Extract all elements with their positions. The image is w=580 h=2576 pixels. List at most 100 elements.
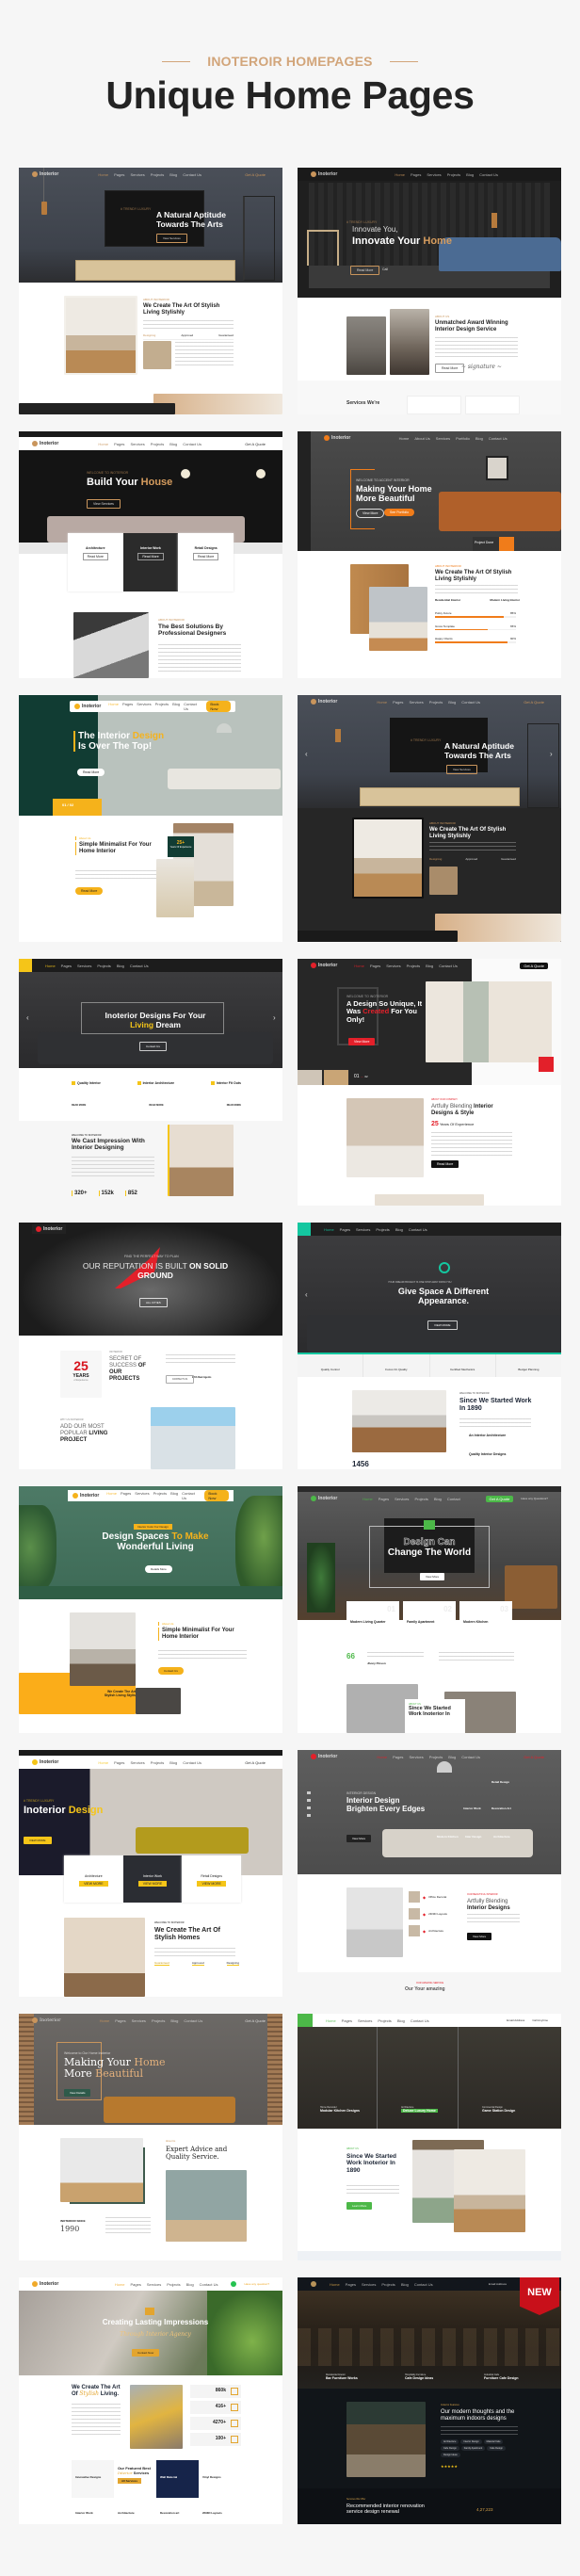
hero-button[interactable]: View More [346, 1835, 372, 1842]
hero-slide[interactable]: Industrial Cafe Furniture Cafe Design [484, 2373, 519, 2380]
quote-link[interactable]: Get A Quote [241, 171, 269, 178]
quote-button[interactable]: Get A Quote [520, 962, 548, 969]
homepage-preview-14[interactable]: Inoterior Home Pages Services Projects Blog C… [298, 1750, 561, 1997]
learn-more-button[interactable]: Learn More [346, 2202, 373, 2210]
hotspot-label[interactable]: Architecture [493, 1835, 510, 1839]
quote-link[interactable]: Get A Quote [241, 1759, 269, 1766]
play-button[interactable] [539, 1057, 554, 1072]
service-quality-interior[interactable]: Quality Interior [72, 1081, 101, 1085]
whatsapp-icon[interactable] [231, 2281, 237, 2287]
slider-prev-icon[interactable]: ‹ [305, 1290, 308, 1299]
hotspot-label[interactable]: Modern Kitchen [437, 1835, 459, 1839]
service-interior-architecture[interactable]: Interior Architecture [137, 1081, 174, 1085]
homepage-preview-6[interactable]: Inoterior Home Pages Services Projects Blog C… [298, 695, 561, 942]
tab-approved[interactable]: Approved [191, 1961, 204, 1966]
tag[interactable]: Cafe Design [487, 2446, 506, 2451]
homepage-preview-11[interactable]: Inoterior Home Pages Services Projects Blog C… [19, 1486, 282, 1733]
service-card-retail[interactable]: Retail Designs VIEW MORE [182, 1855, 242, 1903]
tag[interactable]: Design Ideas [441, 2453, 460, 2457]
tab-designing[interactable]: Designing [429, 857, 442, 861]
slider-prev-icon[interactable]: ‹ [26, 1013, 29, 1022]
quote-link[interactable]: Get A Quote [520, 699, 548, 705]
service-card[interactable]: Modern Living Quarter 01 [346, 1601, 399, 1641]
hotspot-label[interactable]: Retail Design [491, 1780, 509, 1784]
social-icons[interactable] [307, 1791, 311, 1820]
homepage-preview-9[interactable]: Inoterior FIND THE PERFECT WAY TO PLAN O… [19, 1223, 282, 1469]
service-fit-outs[interactable]: Interior Fit Outs [210, 1081, 241, 1085]
quote-link[interactable]: Get A Quote [241, 441, 269, 447]
view-more-button[interactable]: View More [467, 1933, 492, 1940]
tag[interactable]: Cafe Design [441, 2446, 459, 2451]
read-more-button[interactable]: Read More [75, 887, 104, 895]
hero-button[interactable]: Read More [350, 266, 380, 275]
homepage-preview-15[interactable]: Inoterior Home Pages Services Projects Blog C… [19, 2014, 282, 2260]
quote-link[interactable]: Get A Quote [241, 2017, 269, 2024]
tag[interactable]: Interior Design [460, 2439, 482, 2444]
homepage-preview-8[interactable]: Inoterior Home Pages Services Projects Blog C… [298, 959, 561, 1206]
hero-slide[interactable]: Architecture Deluxe Luxury Home [401, 2106, 438, 2113]
service-card-architecture[interactable]: Architecture Read More [68, 533, 123, 591]
tab-approved[interactable]: Approved [465, 857, 477, 861]
play-button[interactable] [499, 537, 514, 551]
homepage-preview-5[interactable]: Inoterior Home Pages Services Projects Blog C… [19, 695, 282, 942]
hero-button[interactable]: View Details [64, 2089, 91, 2097]
book-now-button[interactable]: Book Now [206, 701, 231, 712]
homepage-preview-3[interactable]: Inoterior Home Pages Services Projects Blog C… [19, 431, 282, 678]
hero-button[interactable]: View More [348, 1038, 376, 1045]
book-now-button[interactable]: Book Now [204, 1490, 229, 1501]
hero-button[interactable]: VIEW MORE [427, 1320, 458, 1330]
hotspot-label[interactable]: Inter Design [465, 1835, 481, 1839]
service-card[interactable]: Family Apartment 02 [403, 1601, 456, 1641]
service-card[interactable]: Modern Kitchen 03 [459, 1601, 512, 1641]
hero-slide[interactable]: Hospitality Furniture Cafe Design Ideas [405, 2373, 433, 2380]
service-card-interior-work[interactable]: Interior Work VIEW MORE [122, 1855, 183, 1903]
service-card[interactable]: Decoration art [156, 2498, 199, 2519]
hero-button[interactable]: ALL CITIES [139, 1298, 168, 1307]
homepage-preview-7[interactable]: Home Pages Services Projects Blog Contact Us … [19, 959, 282, 1206]
hero-slide[interactable]: Residential Interior Bar Furniture Works [326, 2373, 358, 2380]
tag[interactable]: Material Cafe [483, 2439, 504, 2444]
homepage-preview-4[interactable]: Inoterior Home About Us Services Portfolio B… [298, 431, 561, 678]
contact-button[interactable]: Contact Us [158, 1667, 184, 1675]
hero-slide[interactable]: Commercial Design Game Station Design [482, 2106, 515, 2113]
tab-approved[interactable]: Approved [181, 333, 193, 337]
view-more-button[interactable]: View More [356, 509, 385, 518]
tab-designing[interactable]: Designing [226, 1961, 239, 1966]
homepage-preview-12[interactable]: Inoterior Home Pages Services Projects Blog C… [298, 1486, 561, 1733]
quote-link[interactable]: Get A Quote [520, 1754, 548, 1760]
hero-button[interactable]: Details More [145, 1565, 172, 1573]
hero-slide[interactable]: Home Remodel Modular Kitchen Designs [320, 2106, 360, 2113]
hero-button[interactable]: Read More [77, 769, 105, 776]
all-services-button[interactable]: All Services [118, 2478, 142, 2484]
read-more-link[interactable]: READ MORE [149, 1104, 163, 1107]
service-card[interactable]: Wall Material [156, 2460, 199, 2498]
slider-next-icon[interactable]: › [550, 750, 553, 758]
hero-button[interactable]: View Services [156, 234, 187, 243]
slider-next-icon[interactable]: › [273, 1013, 276, 1022]
quote-button[interactable]: Get A Quote [485, 1495, 514, 1502]
call-link[interactable]: Call [377, 266, 394, 273]
hero-button[interactable]: Contact Now [132, 2349, 160, 2357]
service-card-retail[interactable]: Retail Designs Read More [178, 533, 234, 591]
hero-button[interactable]: View More [420, 1573, 445, 1580]
homepage-preview-18[interactable]: NEW Home Pages Services Projects Blog Contact… [298, 2277, 561, 2524]
tab-guaranteed[interactable]: Guaranteed [218, 333, 234, 337]
read-more-link[interactable]: READ MORE [227, 1104, 241, 1107]
service-card[interactable]: Architecture [114, 2498, 156, 2519]
read-more-button[interactable]: Read More [431, 1160, 459, 1168]
hero-button[interactable]: VIEW MORE [24, 1837, 52, 1844]
service-card[interactable]: 2D/3D Layouts [199, 2498, 241, 2519]
homepage-preview-2[interactable]: Inoterior Home Pages Services Projects Blog C… [298, 168, 561, 414]
hotspot-label[interactable]: Decoration Art [491, 1806, 511, 1810]
tab-guaranteed[interactable]: Guaranteed [501, 857, 516, 861]
service-card[interactable]: Innovative Designs [72, 2460, 114, 2498]
homepage-preview-13[interactable]: Inoterior Home Pages Services Projects Blog C… [19, 1750, 282, 1997]
portfolio-button[interactable]: See Portfolio [384, 509, 415, 516]
service-card[interactable]: Interior Work [72, 2498, 114, 2519]
service-card-interior-work[interactable]: Interior Work Read More [122, 533, 179, 591]
homepage-preview-10[interactable]: Home Pages Services Projects Blog Contact Us … [298, 1223, 561, 1469]
hotspot-label[interactable]: Interior Work [463, 1806, 481, 1810]
tab-guaranteed[interactable]: Guaranteed [154, 1961, 169, 1966]
tag[interactable]: Family Apartment [460, 2446, 486, 2451]
slide-thumb-2[interactable] [324, 1070, 348, 1085]
